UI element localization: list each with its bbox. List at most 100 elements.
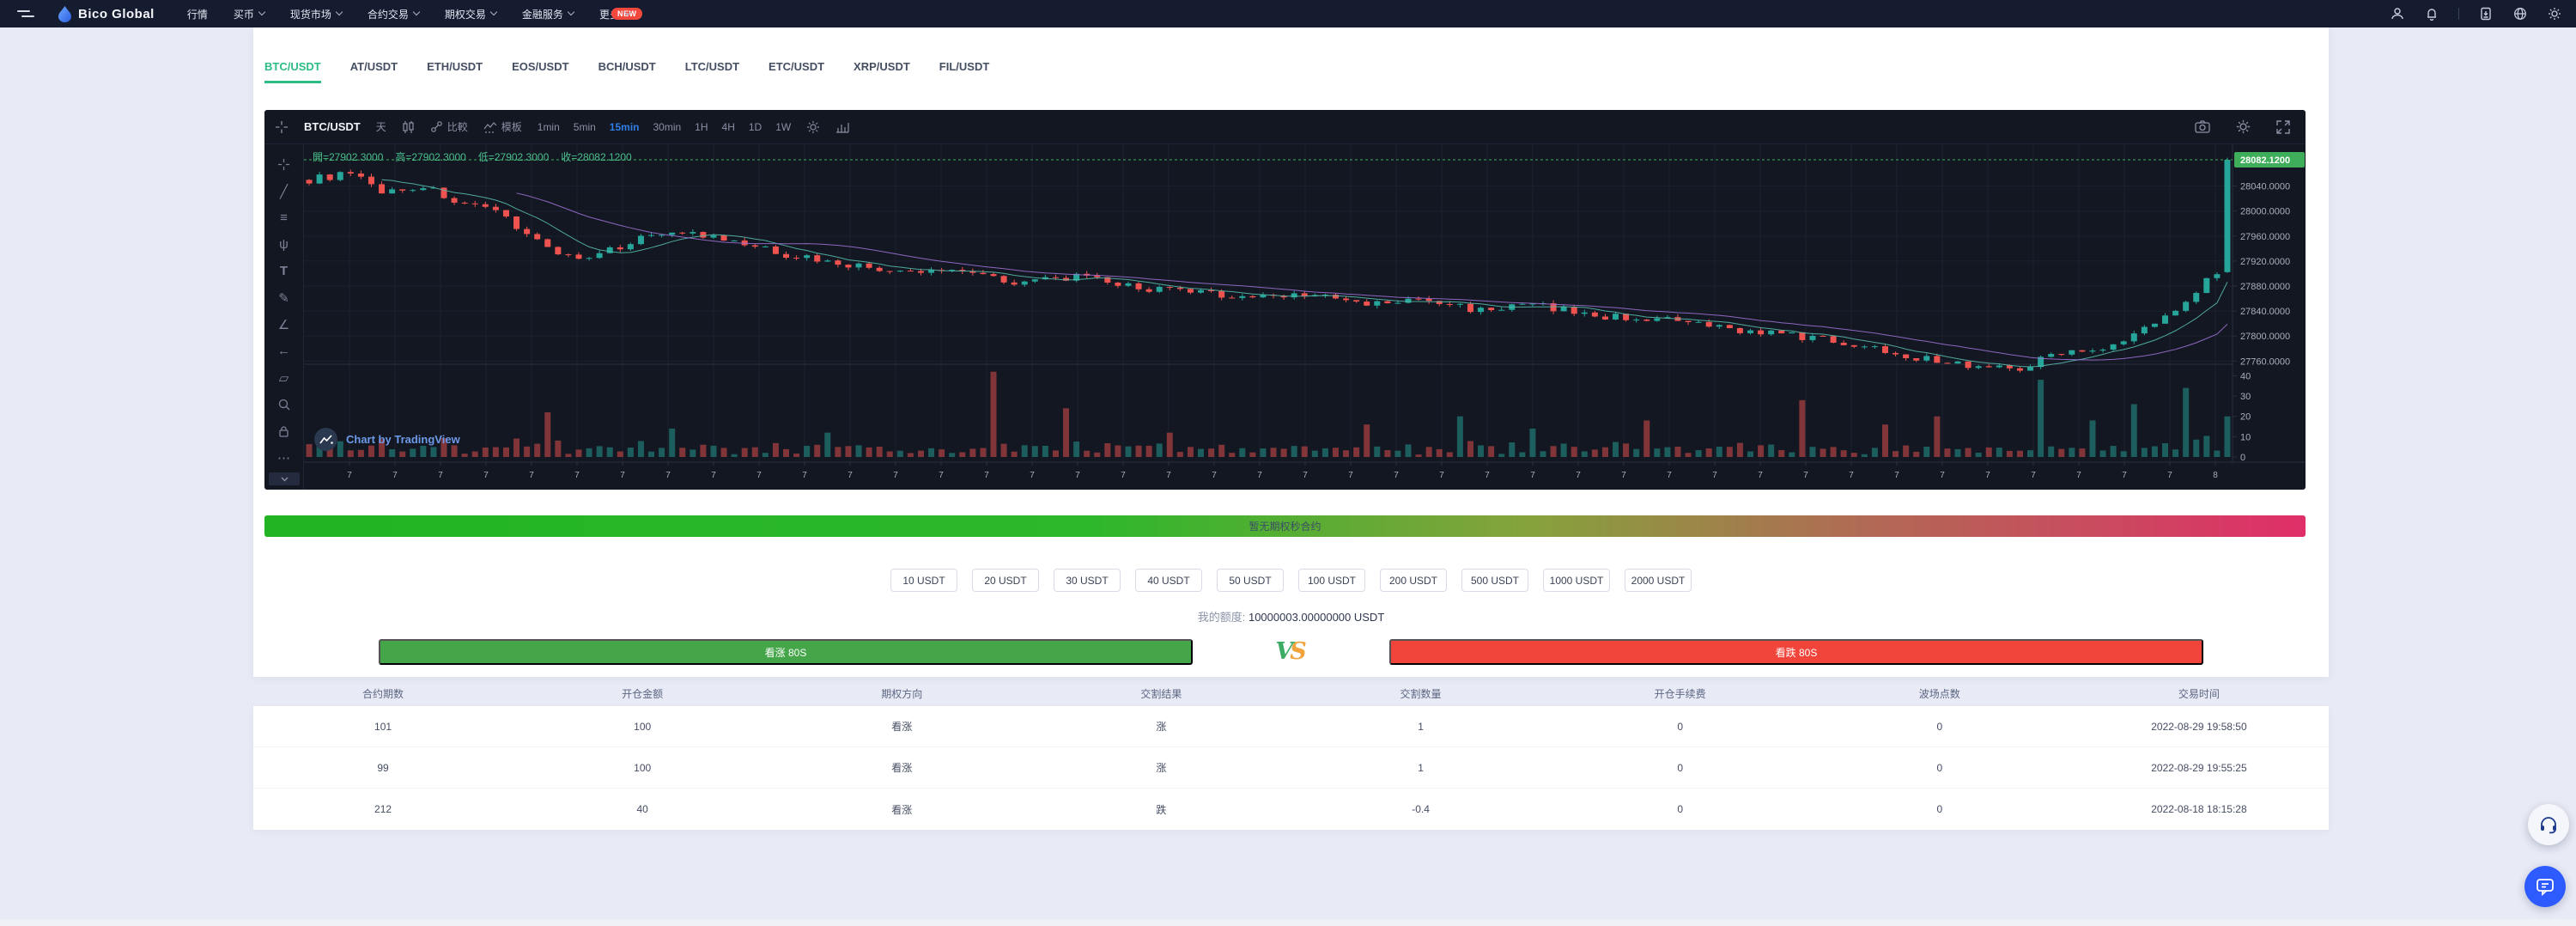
interval-button[interactable]: 1D: [749, 121, 762, 133]
table-cell: 1: [1418, 720, 1424, 733]
tradingview-attribution[interactable]: Chart by TradingView: [314, 428, 460, 451]
day-interval-button[interactable]: 天: [376, 119, 386, 134]
fullscreen-icon[interactable]: [2276, 119, 2290, 134]
pair-tab[interactable]: ETC/USDT: [769, 60, 824, 83]
svg-text:7: 7: [665, 471, 671, 480]
svg-text:7: 7: [802, 471, 807, 480]
crosshair-tool-icon[interactable]: [271, 151, 297, 178]
bet-row: 看涨 80S VS 看跌 80S: [253, 639, 2329, 665]
amount-button[interactable]: 100 USDT: [1298, 569, 1365, 592]
amount-button[interactable]: 40 USDT: [1135, 569, 1202, 592]
interval-button[interactable]: 1W: [775, 121, 791, 133]
lock-icon[interactable]: [271, 417, 297, 444]
camera-snapshot-icon[interactable]: [2195, 120, 2210, 133]
chart-canvas[interactable]: 7 7 7 7 7 7 7 7 7 7 7 7 7 7 7 7 7 7 7 7 7 7 7 7 7 7 7 7 7 7 7 7 7 7 7 7 7 7 7 7…: [304, 144, 2306, 490]
table-cell: 1: [1418, 761, 1424, 774]
measure-icon[interactable]: ∠: [271, 311, 297, 338]
column-header: 交易时间: [2178, 687, 2220, 700]
svg-text:7: 7: [1894, 471, 1899, 480]
svg-text:7: 7: [574, 471, 580, 480]
svg-text:7: 7: [2031, 471, 2036, 480]
trend-line-icon[interactable]: ╱: [271, 178, 297, 204]
customer-support-button[interactable]: [2528, 804, 2569, 845]
banner-text: 暂无期权秒合约: [1249, 521, 1321, 533]
nav-item[interactable]: 买币: [234, 7, 266, 21]
table-cell: 看涨: [891, 762, 913, 774]
more-dots-icon[interactable]: ⋯: [271, 444, 297, 471]
call-button[interactable]: 看涨 80S: [379, 639, 1193, 665]
crosshair-cursor-icon[interactable]: [275, 120, 289, 134]
globe-icon[interactable]: [2512, 6, 2528, 21]
bell-icon[interactable]: [2424, 6, 2439, 21]
amount-button[interactable]: 2000 USDT: [1625, 569, 1692, 592]
column-header: 交割结果: [1140, 687, 1182, 700]
compare-button[interactable]: 比較: [430, 119, 468, 134]
menu-icon[interactable]: [17, 9, 36, 19]
pair-tab[interactable]: ETH/USDT: [427, 60, 483, 83]
arrow-left-icon[interactable]: ←: [271, 338, 297, 364]
magnifier-icon[interactable]: [271, 391, 297, 417]
table-cell: 涨: [1156, 762, 1167, 774]
chevron-down-icon: [335, 8, 343, 16]
chart-properties-gear-icon[interactable]: [2236, 119, 2251, 134]
pair-tab[interactable]: FIL/USDT: [939, 60, 990, 83]
pair-tab[interactable]: EOS/USDT: [512, 60, 568, 83]
pair-tab[interactable]: BTC/USDT: [264, 60, 321, 83]
chart-symbol[interactable]: BTC/USDT: [304, 120, 361, 133]
chart-settings-gear-icon[interactable]: [806, 120, 820, 134]
interval-button[interactable]: 15min: [610, 121, 640, 133]
svg-text:27760.0000: 27760.0000: [2240, 356, 2290, 367]
amount-button[interactable]: 20 USDT: [972, 569, 1039, 592]
amount-button[interactable]: 1000 USDT: [1543, 569, 1610, 592]
interval-button[interactable]: 5min: [574, 121, 596, 133]
theme-sun-icon[interactable]: [2547, 6, 2562, 21]
nav-item[interactable]: 合约交易: [368, 7, 421, 21]
interval-button[interactable]: 1H: [695, 121, 708, 133]
amount-button[interactable]: 10 USDT: [890, 569, 957, 592]
table-cell: 101: [374, 720, 392, 733]
interval-button[interactable]: 1min: [538, 121, 560, 133]
live-chat-button[interactable]: [2524, 866, 2566, 907]
chevron-down-icon: [258, 8, 266, 16]
table-cell: 看涨: [891, 803, 913, 816]
table-cell: 40: [636, 803, 648, 815]
template-button[interactable]: 模板: [483, 119, 522, 134]
amount-button[interactable]: 500 USDT: [1461, 569, 1528, 592]
table-cell: 2022-08-29 19:58:50: [2151, 720, 2247, 733]
nav-item[interactable]: 期权交易: [445, 7, 498, 21]
nav-item[interactable]: 金融服务: [522, 7, 575, 21]
candlestick-chart[interactable]: 7 7 7 7 7 7 7 7 7 7 7 7 7 7 7 7 7 7 7 7 7 7 7 7 7 7 7 7 7 7 7 7 7 7 7 7 7 7 7 7…: [304, 144, 2306, 490]
text-tool-icon[interactable]: T: [271, 258, 297, 284]
indicators-icon[interactable]: [835, 121, 849, 133]
pair-tab[interactable]: BCH/USDT: [598, 60, 656, 83]
table-cell: 0: [1936, 803, 1943, 815]
table-cell: 看涨: [891, 721, 913, 733]
user-icon[interactable]: [2390, 6, 2405, 21]
pair-tab[interactable]: LTC/USDT: [685, 60, 739, 83]
column-header: 交割数量: [1400, 687, 1442, 700]
svg-text:8: 8: [2213, 471, 2218, 480]
amount-button[interactable]: 30 USDT: [1054, 569, 1121, 592]
candle-style-icon[interactable]: [402, 120, 415, 134]
put-button[interactable]: 看跌 80S: [1389, 639, 2203, 665]
ruler-icon[interactable]: ▱: [271, 364, 297, 391]
brand[interactable]: Bico Global: [58, 5, 155, 22]
nav-item[interactable]: 现货市场: [290, 7, 343, 21]
amount-button[interactable]: 200 USDT: [1380, 569, 1447, 592]
svg-text:7: 7: [1439, 471, 1444, 480]
toolbar-collapse-button[interactable]: [269, 472, 300, 485]
app-download-icon[interactable]: [2478, 6, 2494, 21]
table-cell: 100: [634, 761, 652, 774]
svg-text:27800.0000: 27800.0000: [2240, 332, 2290, 342]
interval-button[interactable]: 4H: [722, 121, 735, 133]
interval-button[interactable]: 30min: [653, 121, 681, 133]
pair-tab[interactable]: XRP/USDT: [854, 60, 910, 83]
pitchfork-icon[interactable]: ψ: [271, 231, 297, 258]
chevron-down-icon: [567, 8, 575, 16]
pair-tab[interactable]: AT/USDT: [350, 60, 398, 83]
horizontal-scrollbar[interactable]: [0, 919, 2576, 926]
fib-retracement-icon[interactable]: ≡: [271, 204, 297, 231]
brush-icon[interactable]: ✎: [271, 284, 297, 311]
nav-item[interactable]: 行情: [187, 7, 208, 21]
amount-button[interactable]: 50 USDT: [1217, 569, 1284, 592]
